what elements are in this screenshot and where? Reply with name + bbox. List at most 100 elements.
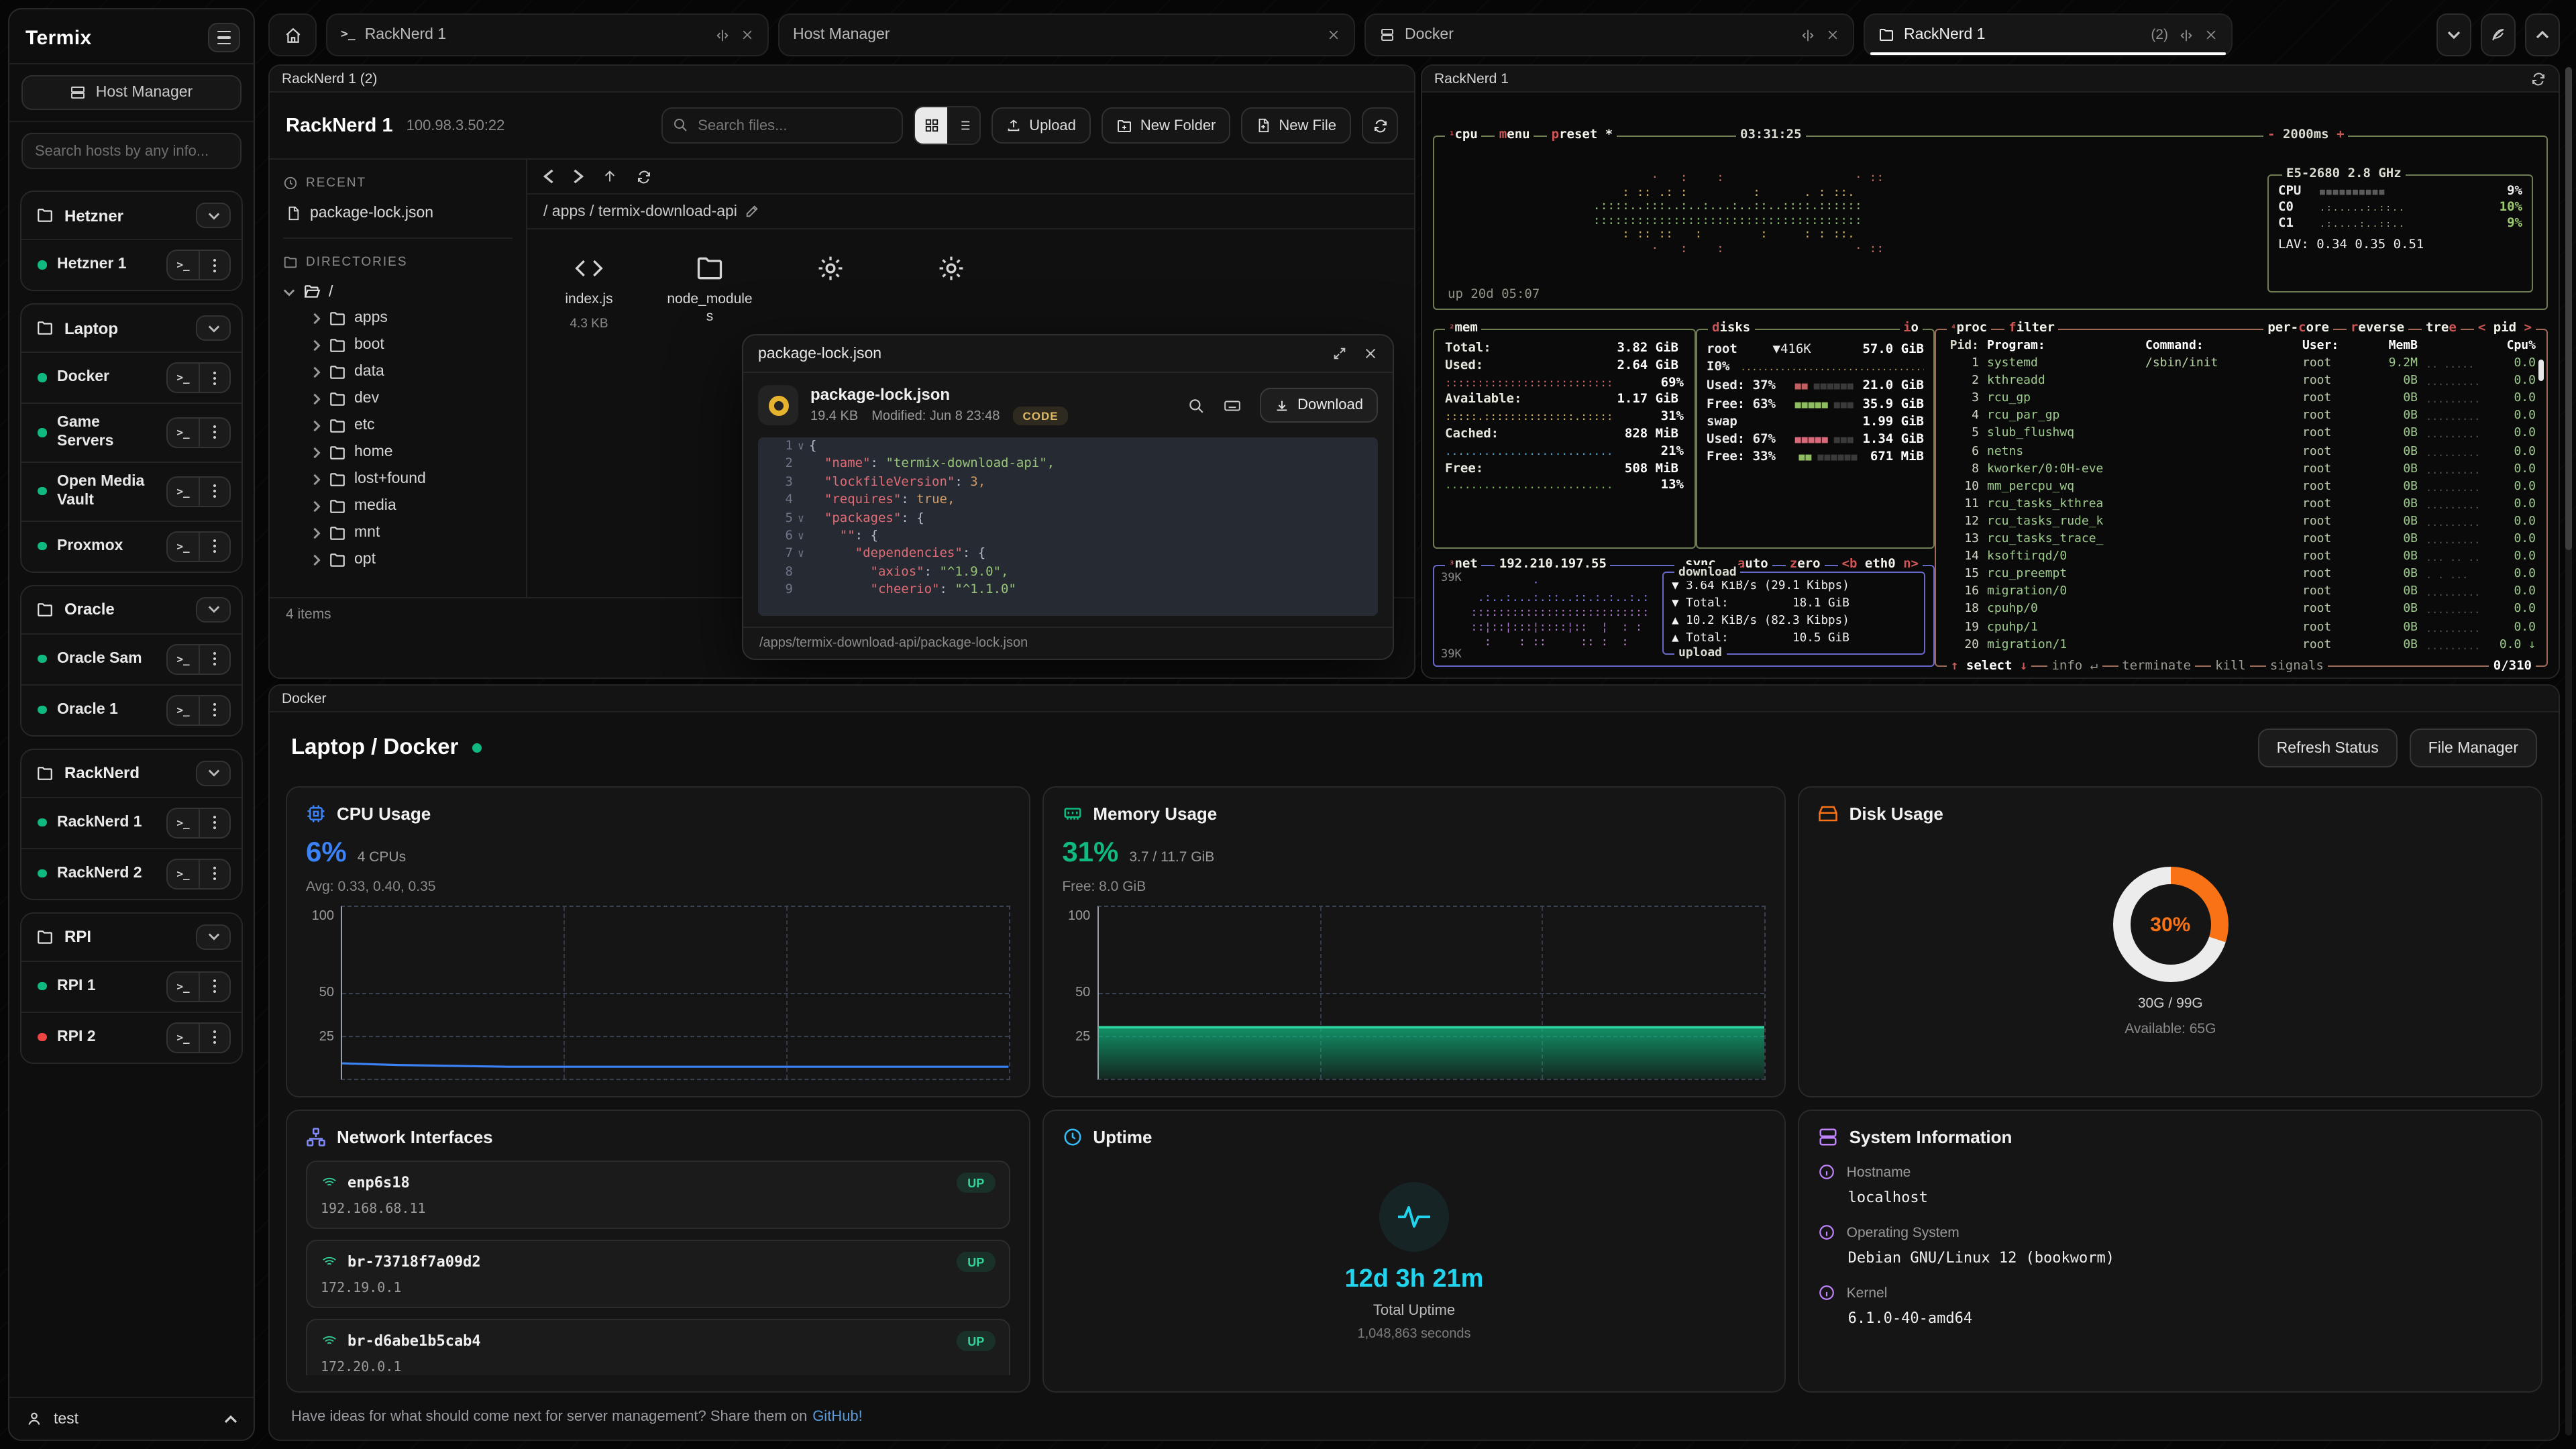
close-icon[interactable]	[1327, 28, 1340, 42]
file-manager-button[interactable]: File Manager	[2410, 729, 2537, 767]
tree-directory[interactable]: mnt	[283, 519, 513, 546]
host-menu-button[interactable]	[199, 859, 229, 888]
close-icon[interactable]	[741, 28, 754, 42]
back-icon[interactable]	[543, 169, 554, 184]
network-interface-row[interactable]: enp6s18 UP 192.168.68.11	[306, 1161, 1010, 1229]
search-in-file-icon[interactable]	[1187, 396, 1205, 414]
host-menu-button[interactable]	[199, 1023, 229, 1051]
proc-scrollbar-thumb[interactable]	[2538, 360, 2544, 381]
host-item[interactable]: RPI 2 >_	[21, 1011, 241, 1062]
open-terminal-button[interactable]: >_	[168, 419, 199, 447]
open-terminal-button[interactable]: >_	[168, 251, 199, 279]
tree-directory[interactable]: apps	[283, 305, 513, 331]
open-terminal-button[interactable]: >_	[168, 477, 199, 505]
refresh-icon[interactable]	[636, 168, 652, 184]
host-item[interactable]: RackNerd 1 >_	[21, 796, 241, 847]
feather-icon[interactable]	[2481, 13, 2516, 56]
close-icon[interactable]	[2204, 28, 2218, 42]
refresh-files-button[interactable]	[1362, 107, 1398, 144]
new-file-button[interactable]: New File	[1241, 107, 1351, 144]
up-directory-icon[interactable]	[602, 169, 617, 184]
chevron-up-icon[interactable]	[224, 1415, 237, 1423]
host-item[interactable]: RackNerd 2 >_	[21, 847, 241, 898]
group-collapse-button[interactable]	[196, 596, 231, 622]
tab-docker[interactable]: Docker	[1364, 13, 1854, 56]
group-collapse-button[interactable]	[196, 924, 231, 949]
open-terminal-button[interactable]: >_	[168, 1023, 199, 1051]
download-button[interactable]: Download	[1260, 388, 1378, 423]
group-header[interactable]: Laptop	[21, 305, 241, 352]
group-header[interactable]: Oracle	[21, 586, 241, 633]
tree-directory[interactable]: lost+found	[283, 466, 513, 492]
upload-button[interactable]: Upload	[991, 107, 1091, 144]
open-terminal-button[interactable]: >_	[168, 532, 199, 560]
tree-directory[interactable]: media	[283, 492, 513, 519]
tree-directory[interactable]: data	[283, 358, 513, 385]
host-item[interactable]: Oracle 1 >_	[21, 684, 241, 735]
reconnect-icon[interactable]	[2530, 70, 2546, 87]
host-item[interactable]: Proxmox >_	[21, 520, 241, 571]
open-terminal-button[interactable]: >_	[168, 859, 199, 888]
list-view-button[interactable]	[947, 107, 979, 144]
open-terminal-button[interactable]: >_	[168, 645, 199, 673]
host-menu-button[interactable]	[199, 532, 229, 560]
file-tile-node-modules[interactable]: node_modules	[667, 254, 753, 325]
tree-root[interactable]: /	[283, 279, 513, 305]
split-view-icon[interactable]	[715, 28, 730, 42]
tree-directory[interactable]: dev	[283, 385, 513, 412]
host-search-input[interactable]	[21, 133, 241, 169]
tree-directory[interactable]: home	[283, 439, 513, 466]
host-item[interactable]: RPI 1 >_	[21, 960, 241, 1011]
tree-directory[interactable]: etc	[283, 412, 513, 439]
tab-racknerd1-files[interactable]: RackNerd 1 (2)	[1864, 13, 2233, 56]
host-menu-button[interactable]	[199, 645, 229, 673]
host-menu-button[interactable]	[199, 477, 229, 505]
code-viewer[interactable]: 1∨{ 2 "name": "termix-download-api", 3 "…	[758, 437, 1378, 616]
host-menu-button[interactable]	[199, 251, 229, 279]
host-item[interactable]: Oracle Sam >_	[21, 633, 241, 684]
file-tile-config[interactable]	[788, 254, 873, 283]
forward-icon[interactable]	[573, 169, 584, 184]
host-item[interactable]: Open Media Vault >_	[21, 462, 241, 521]
group-header[interactable]: RackNerd	[21, 749, 241, 796]
new-folder-button[interactable]: New Folder	[1102, 107, 1231, 144]
tab-racknerd1-terminal[interactable]: >_ RackNerd 1	[326, 13, 769, 56]
tree-directory[interactable]: opt	[283, 546, 513, 573]
sidebar-menu-icon[interactable]	[208, 23, 240, 52]
network-interface-row[interactable]: br-d6abe1b5cab4 UP 172.20.0.1	[306, 1319, 1010, 1375]
host-item[interactable]: Game Servers >_	[21, 402, 241, 462]
group-header[interactable]: Hetzner	[21, 192, 241, 239]
home-tab[interactable]	[268, 13, 317, 56]
open-terminal-button[interactable]: >_	[168, 364, 199, 392]
split-view-icon[interactable]	[2179, 28, 2194, 42]
open-terminal-button[interactable]: >_	[168, 972, 199, 1000]
refresh-status-button[interactable]: Refresh Status	[2258, 729, 2398, 767]
host-manager-button[interactable]: Host Manager	[21, 75, 241, 110]
file-tile-config[interactable]	[908, 254, 994, 283]
host-item[interactable]: Hetzner 1 >_	[21, 239, 241, 290]
collapse-tabs-button[interactable]	[2436, 13, 2471, 56]
tab-host-manager[interactable]: Host Manager	[778, 13, 1355, 56]
file-search-input[interactable]	[661, 107, 903, 144]
host-item[interactable]: Docker >_	[21, 352, 241, 402]
group-collapse-button[interactable]	[196, 203, 231, 228]
tree-directory[interactable]: boot	[283, 331, 513, 358]
user-menu[interactable]: test	[9, 1397, 254, 1440]
expand-tabs-button[interactable]	[2525, 13, 2560, 56]
open-terminal-button[interactable]: >_	[168, 808, 199, 837]
file-tile-indexjs[interactable]: index.js 4.3 KB	[546, 254, 632, 331]
group-collapse-button[interactable]	[196, 315, 231, 341]
window-scrollbar[interactable]	[2565, 67, 2572, 1436]
keyboard-icon[interactable]	[1222, 396, 1242, 414]
close-icon[interactable]	[1826, 28, 1839, 42]
network-interface-row[interactable]: br-73718f7a09d2 UP 172.19.0.1	[306, 1240, 1010, 1308]
expand-icon[interactable]	[1332, 346, 1347, 361]
close-icon[interactable]	[1363, 346, 1378, 361]
grid-view-button[interactable]	[915, 107, 947, 144]
host-menu-button[interactable]	[199, 364, 229, 392]
host-menu-button[interactable]	[199, 419, 229, 447]
recent-file-item[interactable]: package-lock.json	[283, 200, 513, 235]
github-link[interactable]: GitHub!	[812, 1409, 863, 1425]
split-view-icon[interactable]	[1801, 28, 1815, 42]
edit-path-icon[interactable]	[745, 204, 760, 219]
